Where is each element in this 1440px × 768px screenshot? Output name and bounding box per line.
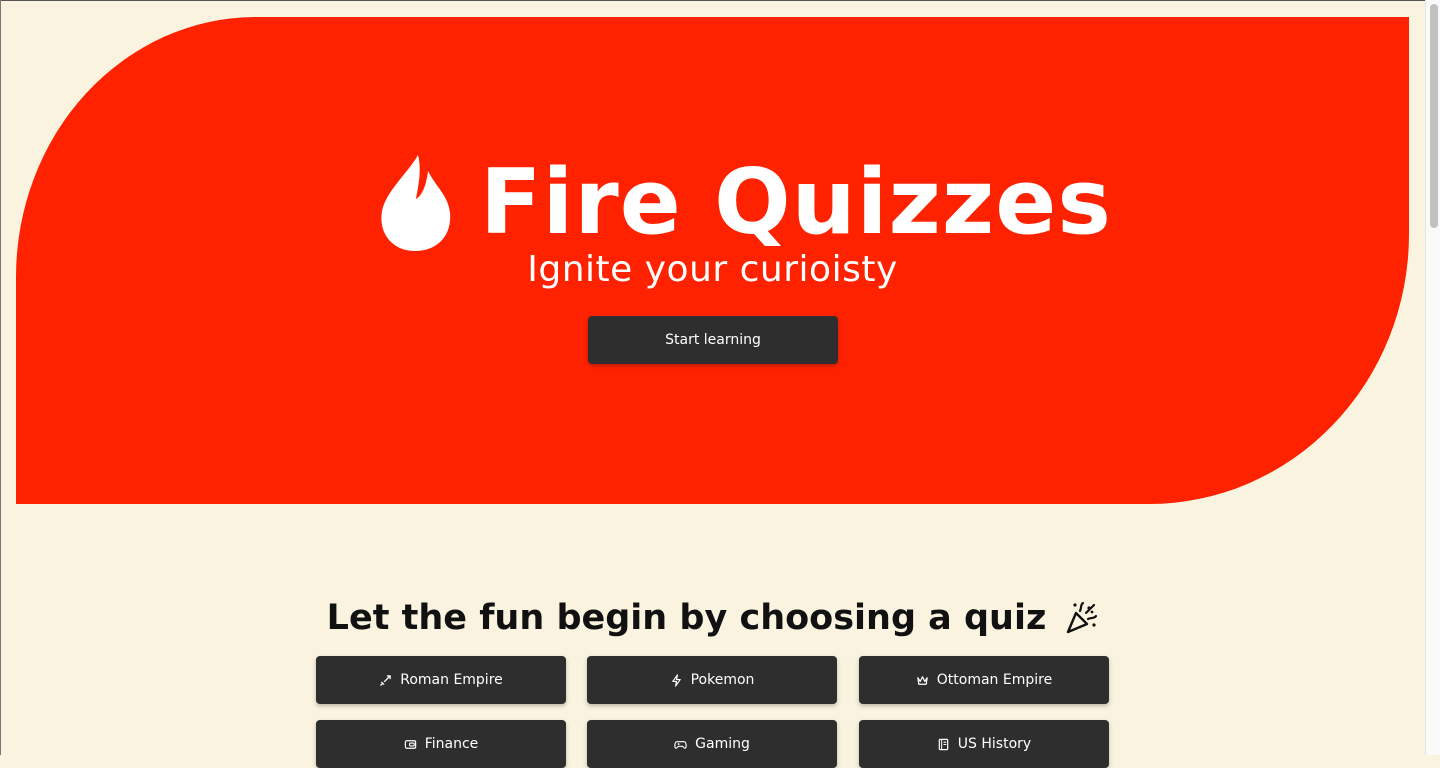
quiz-label: Gaming bbox=[695, 736, 750, 752]
window-top-border bbox=[0, 0, 1440, 1]
quiz-pokemon-button[interactable]: Pokemon bbox=[587, 656, 837, 704]
quiz-roman-empire-button[interactable]: Roman Empire bbox=[316, 656, 566, 704]
vertical-scrollbar[interactable] bbox=[1425, 0, 1440, 755]
quiz-ottoman-empire-button[interactable]: Ottoman Empire bbox=[859, 656, 1109, 704]
quiz-label: Roman Empire bbox=[400, 672, 503, 688]
flame-icon bbox=[381, 155, 451, 251]
sword-icon bbox=[380, 674, 392, 686]
quiz-gaming-button[interactable]: Gaming bbox=[587, 720, 837, 768]
lightning-icon bbox=[671, 673, 681, 687]
quiz-label: Ottoman Empire bbox=[936, 672, 1053, 688]
window-left-border bbox=[0, 0, 1, 755]
book-icon bbox=[938, 738, 949, 750]
quiz-us-history-button[interactable]: US History bbox=[859, 720, 1109, 768]
party-popper-icon bbox=[1067, 601, 1098, 634]
scrollbar-thumb[interactable] bbox=[1430, 4, 1438, 228]
section-title: Let the fun begin by choosing a quiz bbox=[326, 598, 1047, 638]
quiz-label: Finance bbox=[424, 736, 479, 752]
page-title: Fire Quizzes bbox=[480, 150, 1112, 255]
crown-icon bbox=[917, 675, 928, 685]
quiz-section-heading: Let the fun begin by choosing a quiz bbox=[0, 598, 1425, 638]
tagline: Ignite your curioisty bbox=[527, 249, 898, 290]
gamepad-icon bbox=[674, 740, 687, 749]
wallet-icon bbox=[404, 739, 416, 749]
brand-logo: Fire Quizzes bbox=[378, 152, 1112, 254]
quiz-label: Pokemon bbox=[690, 672, 755, 688]
start-learning-button[interactable]: Start learning bbox=[588, 316, 838, 364]
quiz-label: US History bbox=[957, 736, 1032, 752]
quiz-finance-button[interactable]: Finance bbox=[316, 720, 566, 768]
